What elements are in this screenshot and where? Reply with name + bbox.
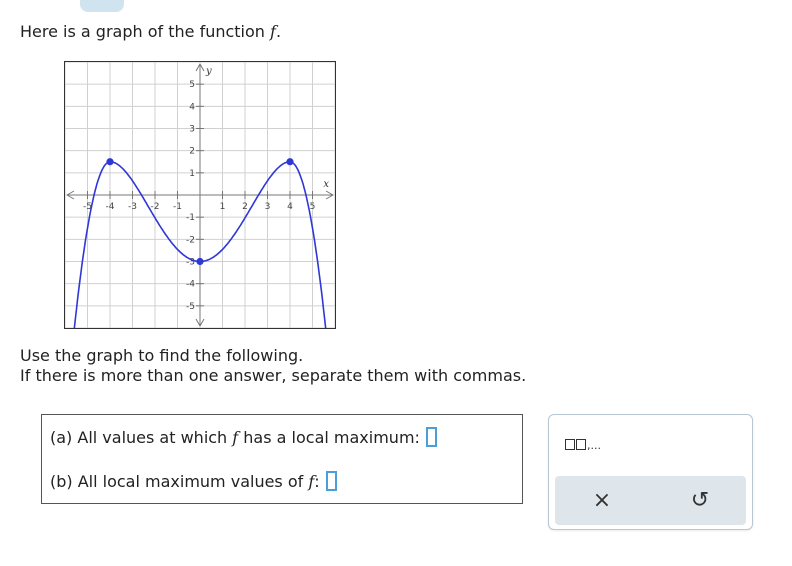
key-point <box>196 257 204 266</box>
x-tick-label: 2 <box>242 202 248 212</box>
function-graph: -5 -4 -3 -2 -1 1 2 3 4 5 5 4 3 2 1 -1 -2 -3 -4 -5 x y <box>64 61 336 329</box>
y-axis-label: y <box>205 66 212 77</box>
x-tick-label: 1 <box>220 202 226 212</box>
y-tick-label: -1 <box>186 213 195 223</box>
box-icon <box>576 439 586 450</box>
x-tick-label: -2 <box>151 202 160 212</box>
question-b: (b) All local maximum values of f: <box>50 471 337 491</box>
graph-canvas: -5 -4 -3 -2 -1 1 2 3 4 554321-1-2-3-4-5xy <box>65 62 335 328</box>
question-box: (a) All values at which f has a local ma… <box>41 414 523 504</box>
list-entry-button[interactable]: ,... <box>565 439 601 452</box>
y-tick-label: 1 <box>189 169 195 179</box>
instruction-line-1: Use the graph to find the following. <box>20 346 304 365</box>
close-icon: × <box>592 487 612 513</box>
x-axis-label: x <box>323 179 329 190</box>
y-tick-label: 5 <box>189 80 195 90</box>
answer-b-input[interactable] <box>325 471 337 491</box>
question-a: (a) All values at which f has a local ma… <box>50 427 437 447</box>
y-tick-label: 3 <box>189 125 195 135</box>
x-tick-label: -1 <box>173 202 182 212</box>
collapse-tab[interactable] <box>80 0 124 12</box>
key-point <box>286 158 294 166</box>
y-tick-label: -2 <box>186 235 195 245</box>
box-icon <box>565 439 575 450</box>
undo-icon: ↺ <box>690 487 710 513</box>
toolbox-actions: × ↺ <box>555 476 746 525</box>
x-tick-label: 5 <box>310 202 316 212</box>
intro-text: Here is a graph of the function f. <box>20 22 282 41</box>
key-point <box>106 158 114 166</box>
instruction-line-2: If there is more than one answer, separa… <box>20 366 527 385</box>
answer-a-input[interactable] <box>425 427 437 447</box>
x-tick-label: -3 <box>128 202 137 212</box>
x-tick-label: 3 <box>265 202 271 212</box>
x-tick-label: -4 <box>106 202 115 212</box>
y-tick-label: -4 <box>186 280 195 290</box>
clear-button[interactable]: × <box>584 484 620 516</box>
answer-toolbox: ,... × ↺ <box>548 414 753 530</box>
reset-button[interactable]: ↺ <box>682 484 718 516</box>
y-tick-label: -5 <box>186 302 195 312</box>
instructions: Use the graph to find the following. If … <box>20 346 526 386</box>
x-tick-label: 4 <box>287 202 293 212</box>
y-tick-label: 4 <box>189 102 195 112</box>
y-tick-label: 2 <box>189 147 195 157</box>
